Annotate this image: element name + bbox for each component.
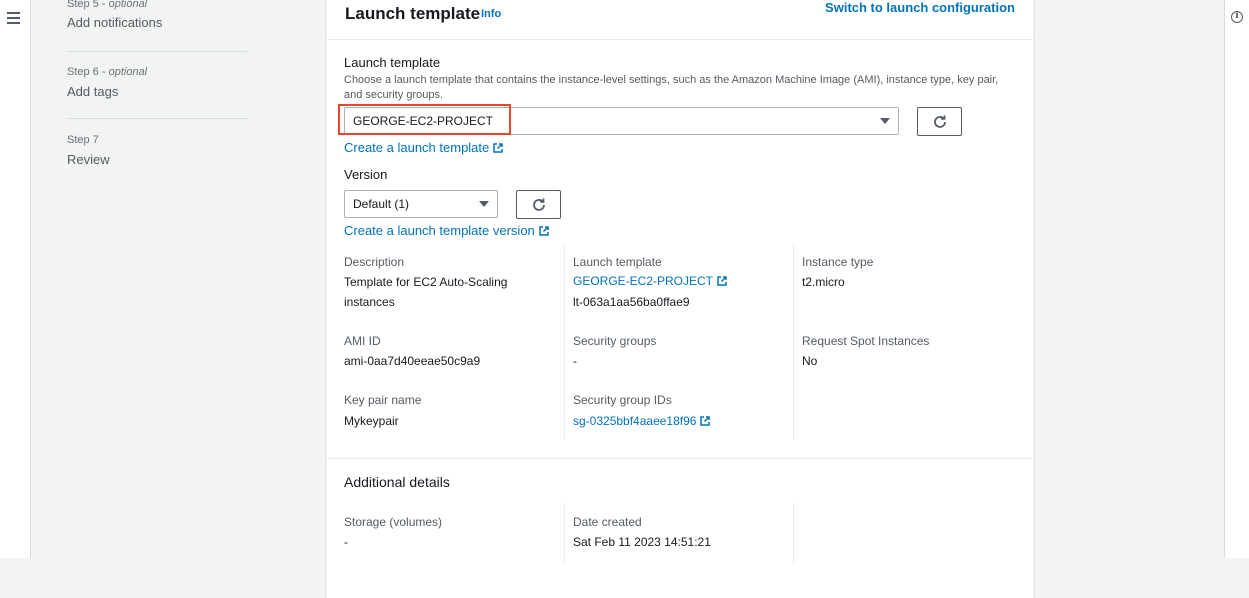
security-group-ids-label: Security group IDs bbox=[573, 393, 672, 407]
panel-title: Launch template bbox=[345, 4, 481, 23]
caret-down-icon bbox=[479, 201, 489, 207]
storage-label: Storage (volumes) bbox=[344, 515, 443, 529]
step-optional: optional bbox=[108, 0, 148, 10]
launch-template-id: lt-063a1aa56ba0ffae9 bbox=[573, 295, 690, 309]
external-link-icon bbox=[700, 416, 711, 426]
description-label: Description bbox=[344, 255, 405, 269]
key-pair-value: Mykeypair bbox=[344, 414, 399, 428]
launch-template-hint-line2: and security groups. bbox=[344, 89, 444, 101]
description-value-line1: Template for EC2 Auto-Scaling bbox=[344, 275, 508, 289]
create-version-link-text: Create a launch template version bbox=[344, 223, 535, 238]
refresh-template-button[interactable] bbox=[917, 107, 962, 136]
wizard-step-5[interactable]: Step 5 - optional Add notifications bbox=[67, 0, 247, 30]
external-link-icon bbox=[539, 226, 549, 236]
instance-type-value: t2.micro bbox=[802, 275, 845, 289]
step-title: Add notifications bbox=[67, 15, 163, 30]
column-divider bbox=[793, 244, 794, 440]
step-title: Review bbox=[67, 152, 110, 167]
description-value-line2: instances bbox=[344, 295, 395, 309]
info-icon[interactable]: i bbox=[1231, 11, 1243, 23]
step-number: Step 7 bbox=[67, 134, 99, 146]
security-group-id-link-text: sg-0325bbf4aaee18f96 bbox=[573, 414, 697, 428]
create-launch-template-link[interactable]: Create a launch template bbox=[344, 140, 504, 155]
external-link-icon bbox=[493, 143, 504, 153]
column-divider bbox=[564, 244, 565, 440]
instance-type-label: Instance type bbox=[802, 255, 874, 269]
launch-template-select-value: GEORGE-EC2-PROJECT bbox=[353, 114, 494, 128]
request-spot-label: Request Spot Instances bbox=[802, 334, 930, 348]
date-created-label: Date created bbox=[573, 515, 642, 529]
refresh-icon bbox=[934, 115, 946, 128]
refresh-version-button[interactable] bbox=[516, 190, 561, 219]
step-number: Step 6 bbox=[67, 66, 99, 78]
left-navigation-rail bbox=[0, 0, 31, 558]
create-launch-template-version-link[interactable]: Create a launch template version bbox=[344, 223, 549, 238]
create-launch-template-link-text: Create a launch template bbox=[344, 140, 490, 155]
storage-value: - bbox=[344, 535, 348, 549]
column-divider bbox=[793, 503, 794, 563]
security-groups-value: - bbox=[573, 354, 577, 368]
version-label: Version bbox=[344, 167, 388, 182]
step-divider bbox=[67, 51, 247, 52]
date-created-value: Sat Feb 11 2023 14:51:21 bbox=[573, 535, 711, 549]
version-select-value: Default (1) bbox=[353, 197, 410, 211]
security-group-id-link[interactable]: sg-0325bbf4aaee18f96 bbox=[573, 414, 711, 428]
step-number: Step 5 bbox=[67, 0, 99, 10]
menu-icon[interactable] bbox=[7, 12, 20, 24]
launch-template-hint-line1: Choose a launch template that contains t… bbox=[344, 74, 999, 86]
right-tools-rail: i bbox=[1224, 0, 1249, 558]
step-optional: optional bbox=[108, 66, 148, 78]
wizard-step-7[interactable]: Step 7 Review bbox=[67, 134, 247, 167]
column-divider bbox=[564, 503, 565, 563]
caret-down-icon bbox=[880, 118, 890, 124]
ami-id-value: ami-0aa7d40eeae50c9a9 bbox=[344, 354, 481, 368]
ami-id-label: AMI ID bbox=[344, 334, 381, 348]
panel-header: Launch template Info Switch to launch co… bbox=[327, 0, 1033, 40]
launch-template-detail-link[interactable]: GEORGE-EC2-PROJECT bbox=[573, 274, 727, 288]
launch-template-select[interactable]: GEORGE-EC2-PROJECT bbox=[344, 107, 899, 135]
external-link-icon bbox=[717, 276, 727, 286]
launch-template-detail-link-text: GEORGE-EC2-PROJECT bbox=[573, 274, 714, 288]
launch-template-detail-label: Launch template bbox=[573, 255, 662, 269]
additional-details-title: Additional details bbox=[344, 474, 450, 490]
request-spot-value: No bbox=[802, 354, 818, 368]
launch-template-label: Launch template bbox=[344, 55, 441, 70]
key-pair-label: Key pair name bbox=[344, 393, 422, 407]
wizard-step-6[interactable]: Step 6 - optional Add tags bbox=[67, 66, 247, 99]
section-separator bbox=[326, 458, 1032, 459]
security-groups-label: Security groups bbox=[573, 334, 657, 348]
step-title: Add tags bbox=[67, 84, 119, 99]
info-link[interactable]: Info bbox=[481, 8, 501, 20]
step-divider bbox=[67, 118, 247, 119]
switch-to-launch-configuration-link[interactable]: Switch to launch configuration bbox=[825, 0, 1015, 15]
version-select[interactable]: Default (1) bbox=[344, 190, 498, 218]
refresh-icon bbox=[533, 198, 545, 211]
